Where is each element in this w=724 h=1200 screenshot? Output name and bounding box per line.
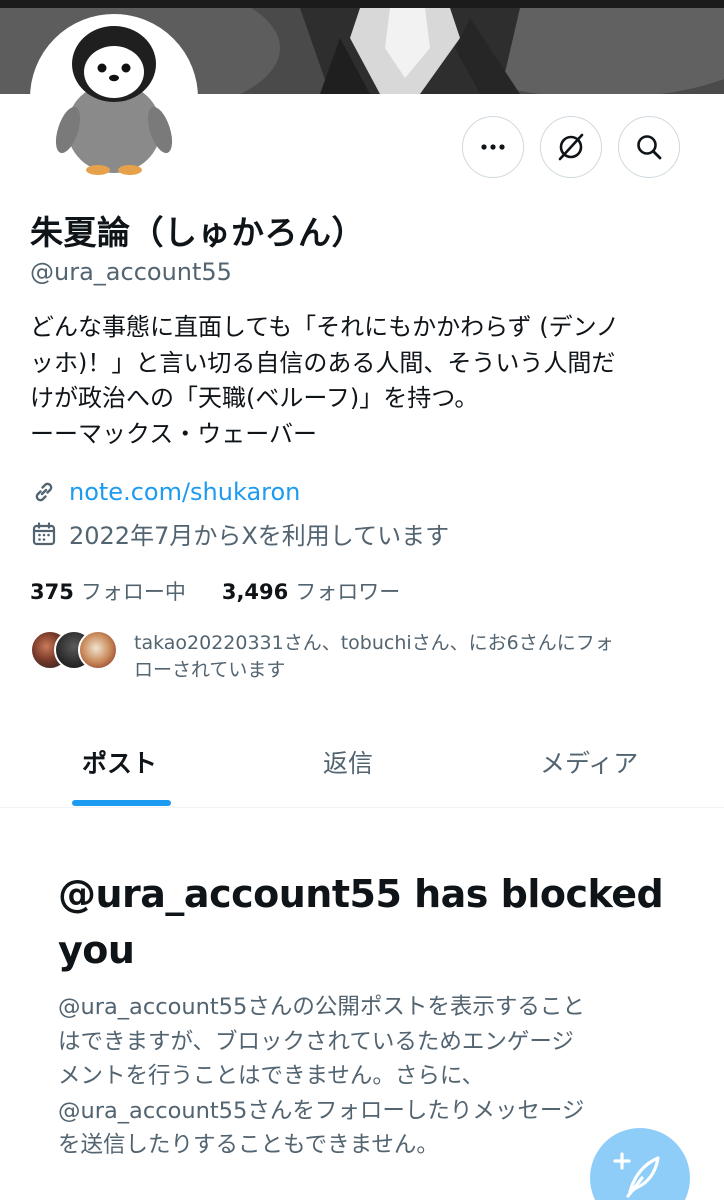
profile-joined-row: 2022年7月からXを利用しています [30, 516, 449, 551]
avatar [78, 630, 118, 670]
followed-by-line: takao20220331さん、tobuchiさん、にお6さんにフォ [134, 632, 614, 654]
blocked-title-line: @ura_account55 has blocked [58, 872, 664, 916]
profile-avatar[interactable] [30, 14, 198, 182]
bio-line: どんな事態に直面しても「それにもかかわらず (デンノ [30, 313, 620, 341]
followed-by-text[interactable]: takao20220331さん、tobuchiさん、にお6さんにフォ ローされて… [134, 630, 694, 684]
followed-by-line: ローされています [134, 659, 286, 681]
more-horizontal-icon [481, 144, 505, 150]
blocked-title-line: you [58, 928, 135, 972]
profile-joined-date: 2022年7月からXを利用しています [69, 522, 450, 550]
followers-label: フォロワー [295, 580, 401, 604]
search-icon [637, 135, 662, 160]
followers-count-link[interactable]: 3,496 フォロワー [222, 576, 400, 606]
blocked-body-line: @ura_account55さんをフォローしたりメッセージ [58, 1097, 585, 1124]
blocked-body-line: メントを行うことはできません。さらに、 [58, 1063, 485, 1089]
profile-display-name: 朱夏論（しゅかろん） [30, 213, 365, 252]
status-bar-edge [0, 0, 724, 8]
profile-counts: 375 フォロー中 3,496 フォロワー [30, 576, 400, 606]
bio-line: ーーマックス・ウェーバー [30, 419, 318, 448]
bio-line: けが政治への「天職(ベルーフ)」を持つ。 [30, 384, 479, 412]
bio-line: ッホ)！」と言い切る自信のある人間、そういう人間だ [30, 348, 616, 377]
tab-replies[interactable]: 返信 [323, 744, 373, 780]
profile-website-row: note.com/shukaron [30, 478, 300, 506]
grok-button[interactable] [540, 116, 602, 178]
link-icon [30, 478, 58, 506]
blocked-body-line: はできますが、ブロックされているためエンゲージ [58, 1028, 574, 1055]
search-button[interactable] [618, 116, 680, 178]
blocked-notice-title: @ura_account55 has blocked you [58, 866, 698, 978]
more-options-button[interactable] [462, 116, 524, 178]
followed-by-avatars[interactable] [30, 630, 118, 672]
blocked-body-line: @ura_account55さんの公開ポストを表示すること [58, 994, 585, 1020]
compose-post-icon [613, 1152, 660, 1198]
blocked-notice-body: @ura_account55さんの公開ポストを表示すること はできますが、ブロッ… [58, 990, 698, 1163]
profile-tabs: ポスト 返信 メディア [0, 720, 724, 808]
following-count-link[interactable]: 375 フォロー中 [30, 576, 186, 606]
profile-bio: どんな事態に直面しても「それにもかかわらず (デンノ ッホ)！」と言い切る自信の… [30, 310, 694, 452]
followers-count: 3,496 [221, 580, 289, 604]
profile-website-link[interactable]: note.com/shukaron [69, 478, 300, 506]
following-count: 375 [30, 580, 74, 604]
tab-media[interactable]: メディア [540, 744, 638, 780]
tab-posts[interactable]: ポスト [82, 744, 157, 780]
penguin-avatar-image [34, 18, 194, 178]
grok-icon [558, 133, 584, 161]
calendar-icon [30, 520, 58, 548]
following-label: フォロー中 [80, 580, 186, 604]
profile-handle: @ura_account55 [30, 258, 232, 286]
active-tab-indicator [72, 800, 171, 806]
